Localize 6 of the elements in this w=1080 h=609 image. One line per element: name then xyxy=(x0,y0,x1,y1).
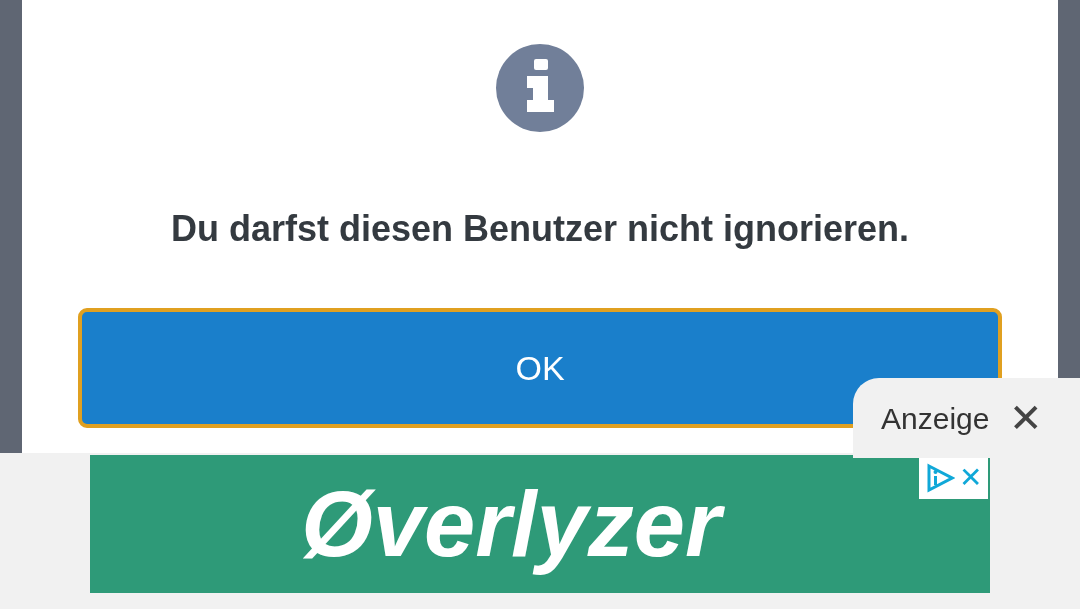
message-text: Du darfst diesen Benutzer nicht ignorieren. xyxy=(170,207,910,251)
ad-info-icon[interactable] xyxy=(925,463,955,493)
banner-logo-text: Øverlyzer xyxy=(295,468,735,580)
info-icon xyxy=(496,44,584,132)
ad-close-button[interactable]: ✕ xyxy=(959,464,982,492)
close-button[interactable]: ✕ xyxy=(1009,398,1044,438)
